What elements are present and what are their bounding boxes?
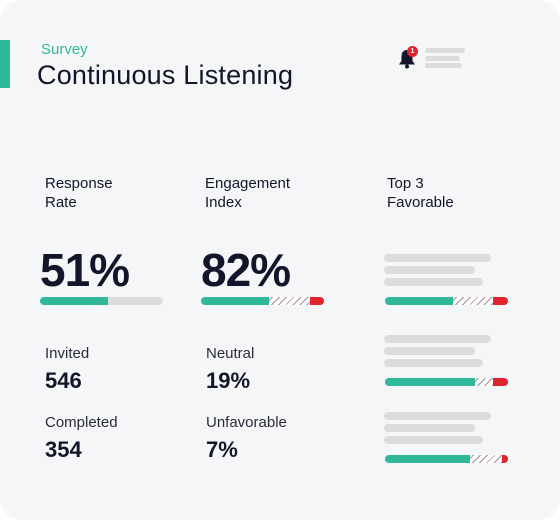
page-title: Continuous Listening bbox=[37, 60, 294, 90]
response-rate-fill bbox=[40, 297, 108, 305]
completed-value: 354 bbox=[45, 437, 82, 462]
favorable-segment bbox=[201, 297, 269, 305]
invited-label: Invited bbox=[45, 345, 90, 362]
top3-item-bar bbox=[385, 297, 508, 305]
unfavorable-label: Unfavorable bbox=[206, 414, 287, 431]
survey-eyebrow: Survey bbox=[41, 41, 88, 58]
label-line: Index bbox=[205, 194, 242, 211]
top3-item-bar bbox=[385, 378, 508, 386]
user-placeholder-line bbox=[425, 63, 462, 68]
label-line: Engagement bbox=[205, 175, 291, 192]
item-placeholder-line bbox=[384, 254, 491, 262]
item-placeholder-line bbox=[384, 436, 483, 444]
item-placeholder-line bbox=[384, 424, 475, 432]
favorable-segment bbox=[385, 455, 470, 463]
accent-bar bbox=[0, 40, 10, 88]
survey-card: Survey Continuous Listening 1 Response R… bbox=[0, 0, 560, 520]
engagement-index-label: Engagement Index bbox=[205, 174, 290, 212]
neutral-segment bbox=[268, 297, 311, 305]
unfavorable-segment bbox=[501, 455, 508, 463]
response-rate-value: 51% bbox=[40, 244, 130, 296]
top3-favorable-label: Top 3 Favorable bbox=[387, 174, 454, 212]
favorable-segment bbox=[385, 297, 453, 305]
completed-label: Completed bbox=[45, 414, 118, 431]
engagement-index-bar bbox=[201, 297, 324, 305]
unfavorable-segment bbox=[310, 297, 324, 305]
item-placeholder-line bbox=[384, 359, 483, 367]
neutral-segment bbox=[469, 455, 502, 463]
unfavorable-segment bbox=[493, 297, 508, 305]
neutral-value: 19% bbox=[206, 368, 251, 393]
invited-value: 546 bbox=[45, 368, 82, 393]
item-placeholder-line bbox=[384, 266, 475, 274]
neutral-segment bbox=[452, 297, 494, 305]
label-line: Top 3 bbox=[387, 175, 424, 192]
unfavorable-segment bbox=[493, 378, 508, 386]
item-placeholder-line bbox=[384, 412, 491, 420]
neutral-label: Neutral bbox=[206, 345, 255, 362]
favorable-segment bbox=[385, 378, 475, 386]
response-rate-label: Response Rate bbox=[45, 174, 113, 212]
user-placeholder-line bbox=[425, 48, 465, 53]
engagement-index-value: 82% bbox=[201, 244, 291, 296]
top3-item-bar bbox=[385, 455, 508, 463]
response-rate-bar bbox=[40, 297, 163, 305]
item-placeholder-line bbox=[384, 278, 483, 286]
item-placeholder-line bbox=[384, 335, 491, 343]
unfavorable-value: 7% bbox=[206, 437, 238, 462]
label-line: Favorable bbox=[387, 194, 454, 211]
label-line: Rate bbox=[45, 194, 77, 211]
notification-badge: 1 bbox=[407, 46, 418, 57]
label-line: Response bbox=[45, 175, 113, 192]
item-placeholder-line bbox=[384, 347, 475, 355]
user-placeholder-line bbox=[425, 56, 460, 61]
neutral-segment bbox=[474, 378, 494, 386]
